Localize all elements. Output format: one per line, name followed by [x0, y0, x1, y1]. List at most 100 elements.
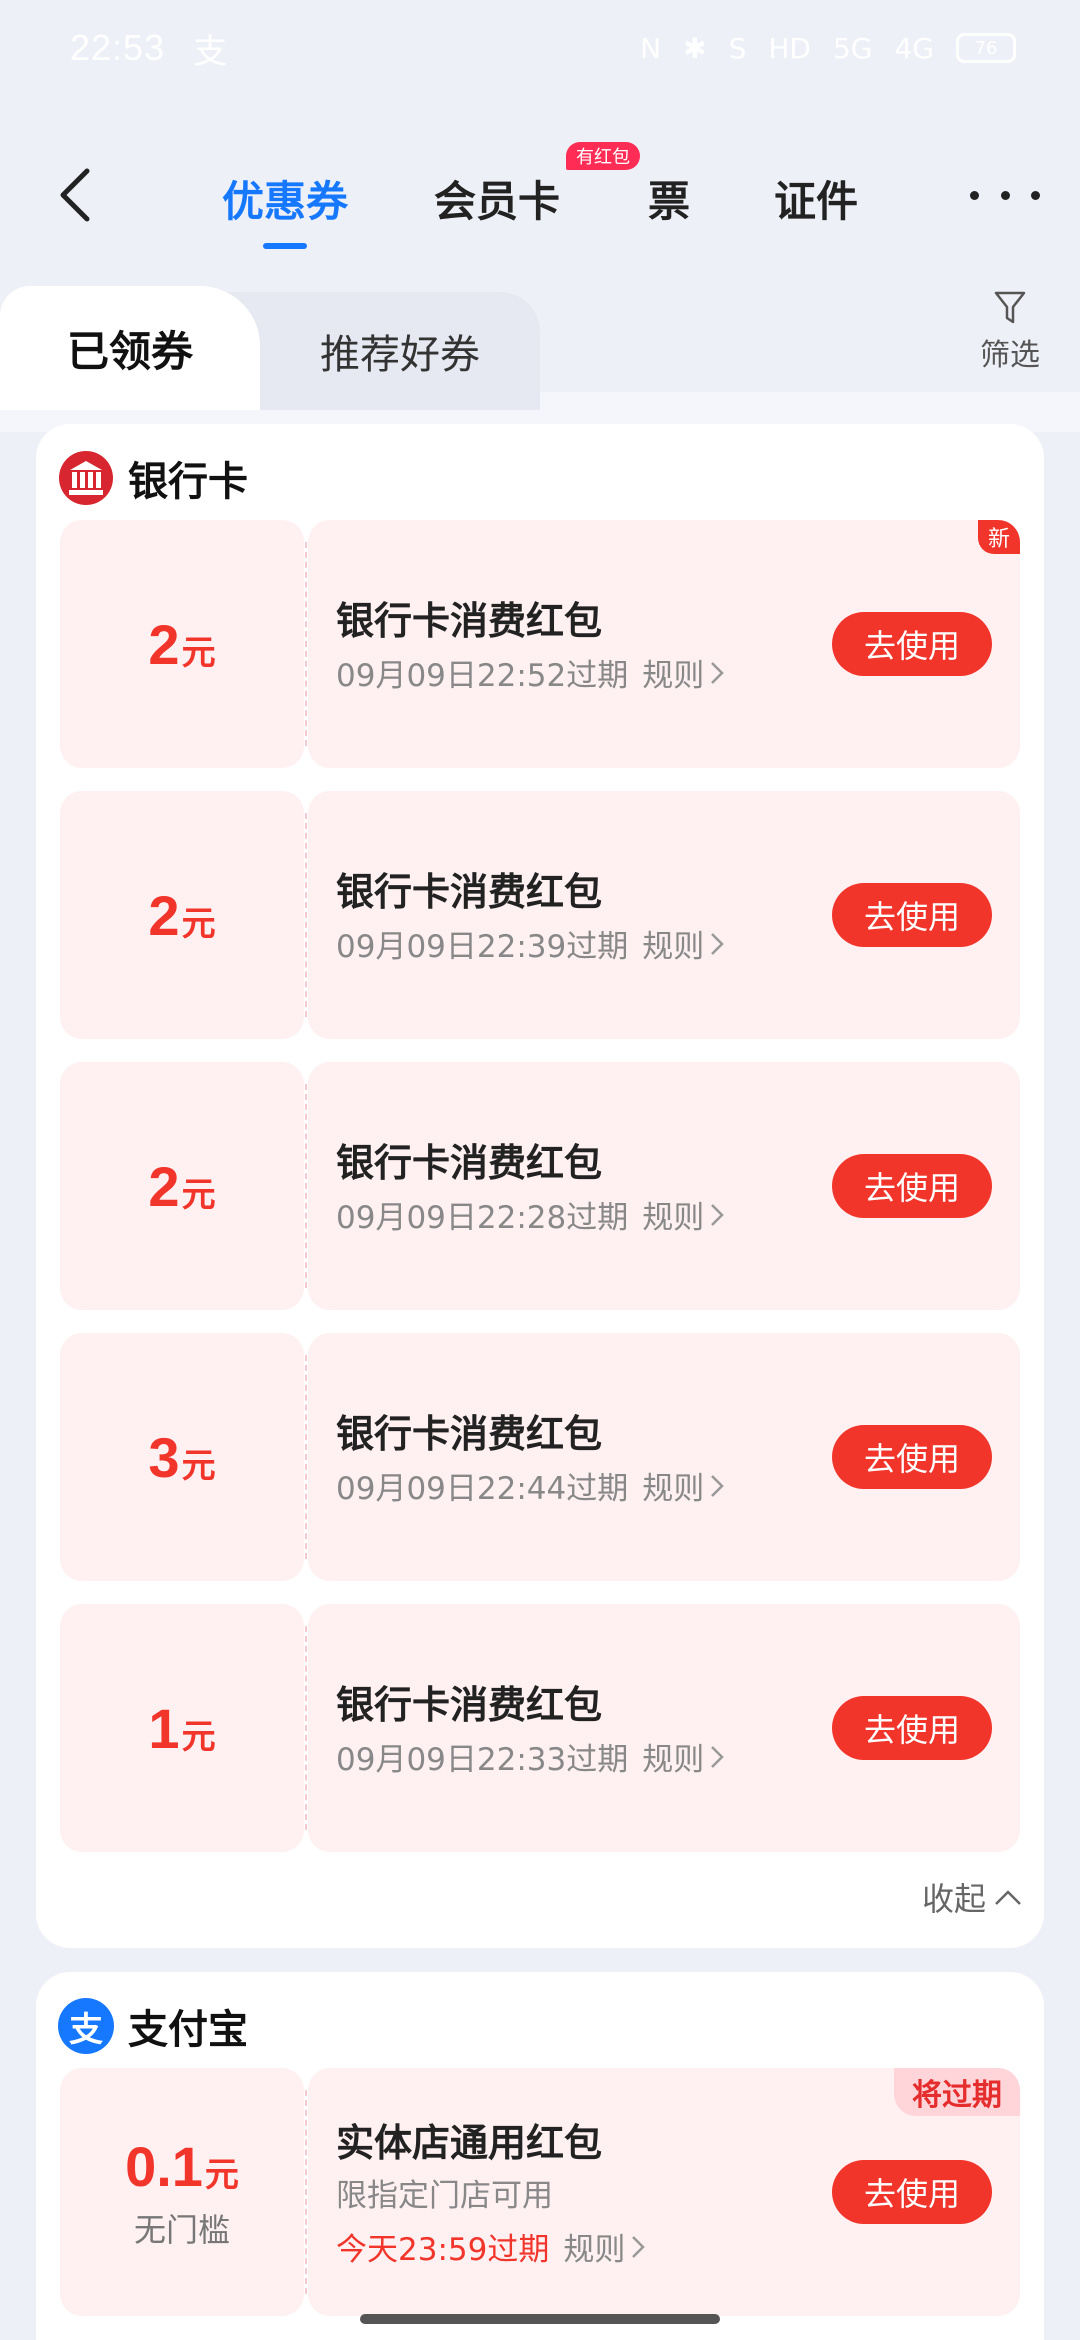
tab-documents[interactable]: 证件	[774, 168, 858, 229]
subtab-claimed[interactable]: 已领券	[0, 286, 260, 410]
use-button[interactable]: 去使用	[832, 612, 992, 676]
section-header: 支 支付宝	[58, 1996, 248, 2056]
status-bar: 22:53 支 N ✱ S HD 5G 4G 76	[0, 0, 1080, 96]
home-indicator[interactable]	[360, 2314, 720, 2324]
tab-label: 票	[648, 177, 691, 226]
battery-icon: 76	[956, 33, 1016, 63]
chevron-right-icon	[711, 1203, 725, 1226]
expire-text: 09月09日22:33过期	[336, 1742, 629, 1778]
rule-link[interactable]: 规则	[563, 2224, 646, 2269]
chevron-right-icon	[632, 2235, 646, 2258]
subtab-label: 已领券	[66, 326, 193, 376]
coupon-amount-area: 2 元	[60, 1062, 304, 1310]
coupon-amount: 2 元	[148, 883, 215, 948]
expiring-badge: 将过期	[894, 2068, 1020, 2116]
rule-label: 规则	[642, 658, 705, 694]
amount-unit: 元	[181, 1716, 216, 1757]
rule-link[interactable]: 规则	[642, 1192, 725, 1237]
desc-text: 限指定门店可用	[336, 2178, 553, 2214]
rule-link[interactable]: 规则	[642, 650, 725, 695]
coupon-expire: 09月09日22:33过期 规则	[336, 1734, 725, 1779]
coupon-threshold: 无门槛	[133, 2210, 230, 2249]
amount-unit: 元	[181, 1445, 216, 1486]
collapse-button[interactable]: 收起	[922, 1874, 1022, 1920]
tab-label: 证件	[774, 177, 859, 226]
tab-tickets[interactable]: 票	[648, 168, 690, 229]
subtab-recommended[interactable]: 推荐好券	[220, 292, 540, 410]
rule-link[interactable]: 规则	[642, 1734, 725, 1779]
more-button[interactable]	[970, 170, 1040, 220]
status-time: 22:53	[70, 27, 166, 68]
coupon-title: 银行卡消费红包	[336, 870, 603, 914]
coupon-expire: 09月09日22:39过期 规则	[336, 921, 725, 966]
use-button[interactable]: 去使用	[832, 1425, 992, 1489]
amount-unit: 元	[181, 1174, 216, 1215]
tab-coupons[interactable]: 优惠券	[222, 168, 349, 249]
coupon-desc: 限指定门店可用	[336, 2170, 553, 2215]
coupon-divider	[305, 2090, 307, 2294]
coupon-card: 1 元 银行卡消费红包 09月09日22:33过期 规则 去使用	[60, 1604, 1020, 1852]
alipay-logo-glyph: 支	[69, 2009, 103, 2050]
coupon-amount-area: 0.1 元 无门槛	[60, 2068, 304, 2316]
bank-icon	[59, 451, 113, 505]
filter-button[interactable]: 筛选	[970, 290, 1050, 374]
nfc-icon: N	[640, 31, 662, 65]
subtab-label: 推荐好券	[320, 332, 480, 378]
use-button[interactable]: 去使用	[832, 2160, 992, 2224]
rule-label: 规则	[642, 929, 705, 965]
coupon-amount: 0.1 元	[125, 2134, 239, 2199]
expire-text: 今天23:59过期	[336, 2232, 550, 2268]
header: 优惠券 会员卡 有红包 票 证件	[0, 140, 1080, 250]
rule-label: 规则	[563, 2232, 626, 2268]
coupon-amount: 3 元	[148, 1425, 215, 1490]
coupon-info-area: 银行卡消费红包 09月09日22:44过期 规则 去使用	[308, 1333, 1020, 1581]
coupon-amount: 1 元	[148, 1696, 215, 1761]
rule-link[interactable]: 规则	[642, 1463, 725, 1508]
amount-value: 2	[148, 1154, 180, 1218]
coupon-divider	[305, 1355, 307, 1559]
coupon-divider	[305, 1626, 307, 1830]
expire-text: 09月09日22:39过期	[336, 929, 629, 965]
main-tabs: 优惠券 会员卡 有红包 票 证件	[0, 140, 1080, 250]
coupon-amount: 2 元	[148, 1154, 215, 1219]
amount-unit: 元	[181, 632, 216, 673]
coupon-title: 银行卡消费红包	[336, 1412, 603, 1456]
amount-value: 3	[148, 1425, 180, 1489]
coupon-divider	[305, 813, 307, 1017]
rule-label: 规则	[642, 1200, 705, 1236]
shield-icon: S	[728, 31, 747, 65]
section-header: 银行卡	[58, 448, 248, 508]
coupon-expire: 09月09日22:52过期 规则	[336, 650, 725, 695]
use-button[interactable]: 去使用	[832, 883, 992, 947]
alipay-notification-icon: 支	[193, 31, 228, 72]
coupon-title: 实体店通用红包	[336, 2121, 603, 2165]
coupon-info-area: 银行卡消费红包 09月09日22:33过期 规则 去使用	[308, 1604, 1020, 1852]
tab-active-indicator	[263, 243, 307, 249]
rule-label: 规则	[642, 1742, 705, 1778]
chevron-up-icon	[995, 1890, 1021, 1905]
rule-link[interactable]: 规则	[642, 921, 725, 966]
coupon-amount-area: 1 元	[60, 1604, 304, 1852]
coupon-title: 银行卡消费红包	[336, 1683, 603, 1727]
expire-text: 09月09日22:52过期	[336, 658, 629, 694]
more-dot	[970, 190, 979, 200]
amount-value: 1	[148, 1696, 180, 1760]
signal-icon: 4G	[894, 31, 934, 65]
tab-label: 优惠券	[222, 177, 349, 226]
coupon-title: 银行卡消费红包	[336, 599, 603, 643]
coupon-amount-area: 3 元	[60, 1333, 304, 1581]
filter-label: 筛选	[980, 338, 1040, 373]
coupon-amount-area: 2 元	[60, 791, 304, 1039]
tab-member-cards[interactable]: 会员卡	[434, 168, 560, 229]
subtabs: 推荐好券 已领券 筛选	[0, 280, 1080, 410]
amount-unit: 元	[204, 2154, 239, 2195]
use-button[interactable]: 去使用	[832, 1696, 992, 1760]
hd-icon: HD	[768, 31, 811, 65]
redpack-badge: 有红包	[566, 142, 640, 170]
coupon-card: 2 元 银行卡消费红包 09月09日22:28过期 规则 去使用	[60, 1062, 1020, 1310]
more-dot	[1031, 190, 1040, 200]
coupon-info-area: 银行卡消费红包 09月09日22:28过期 规则 去使用	[308, 1062, 1020, 1310]
use-button[interactable]: 去使用	[832, 1154, 992, 1218]
coupon-amount: 2 元	[148, 612, 215, 677]
filter-icon	[994, 291, 1026, 324]
